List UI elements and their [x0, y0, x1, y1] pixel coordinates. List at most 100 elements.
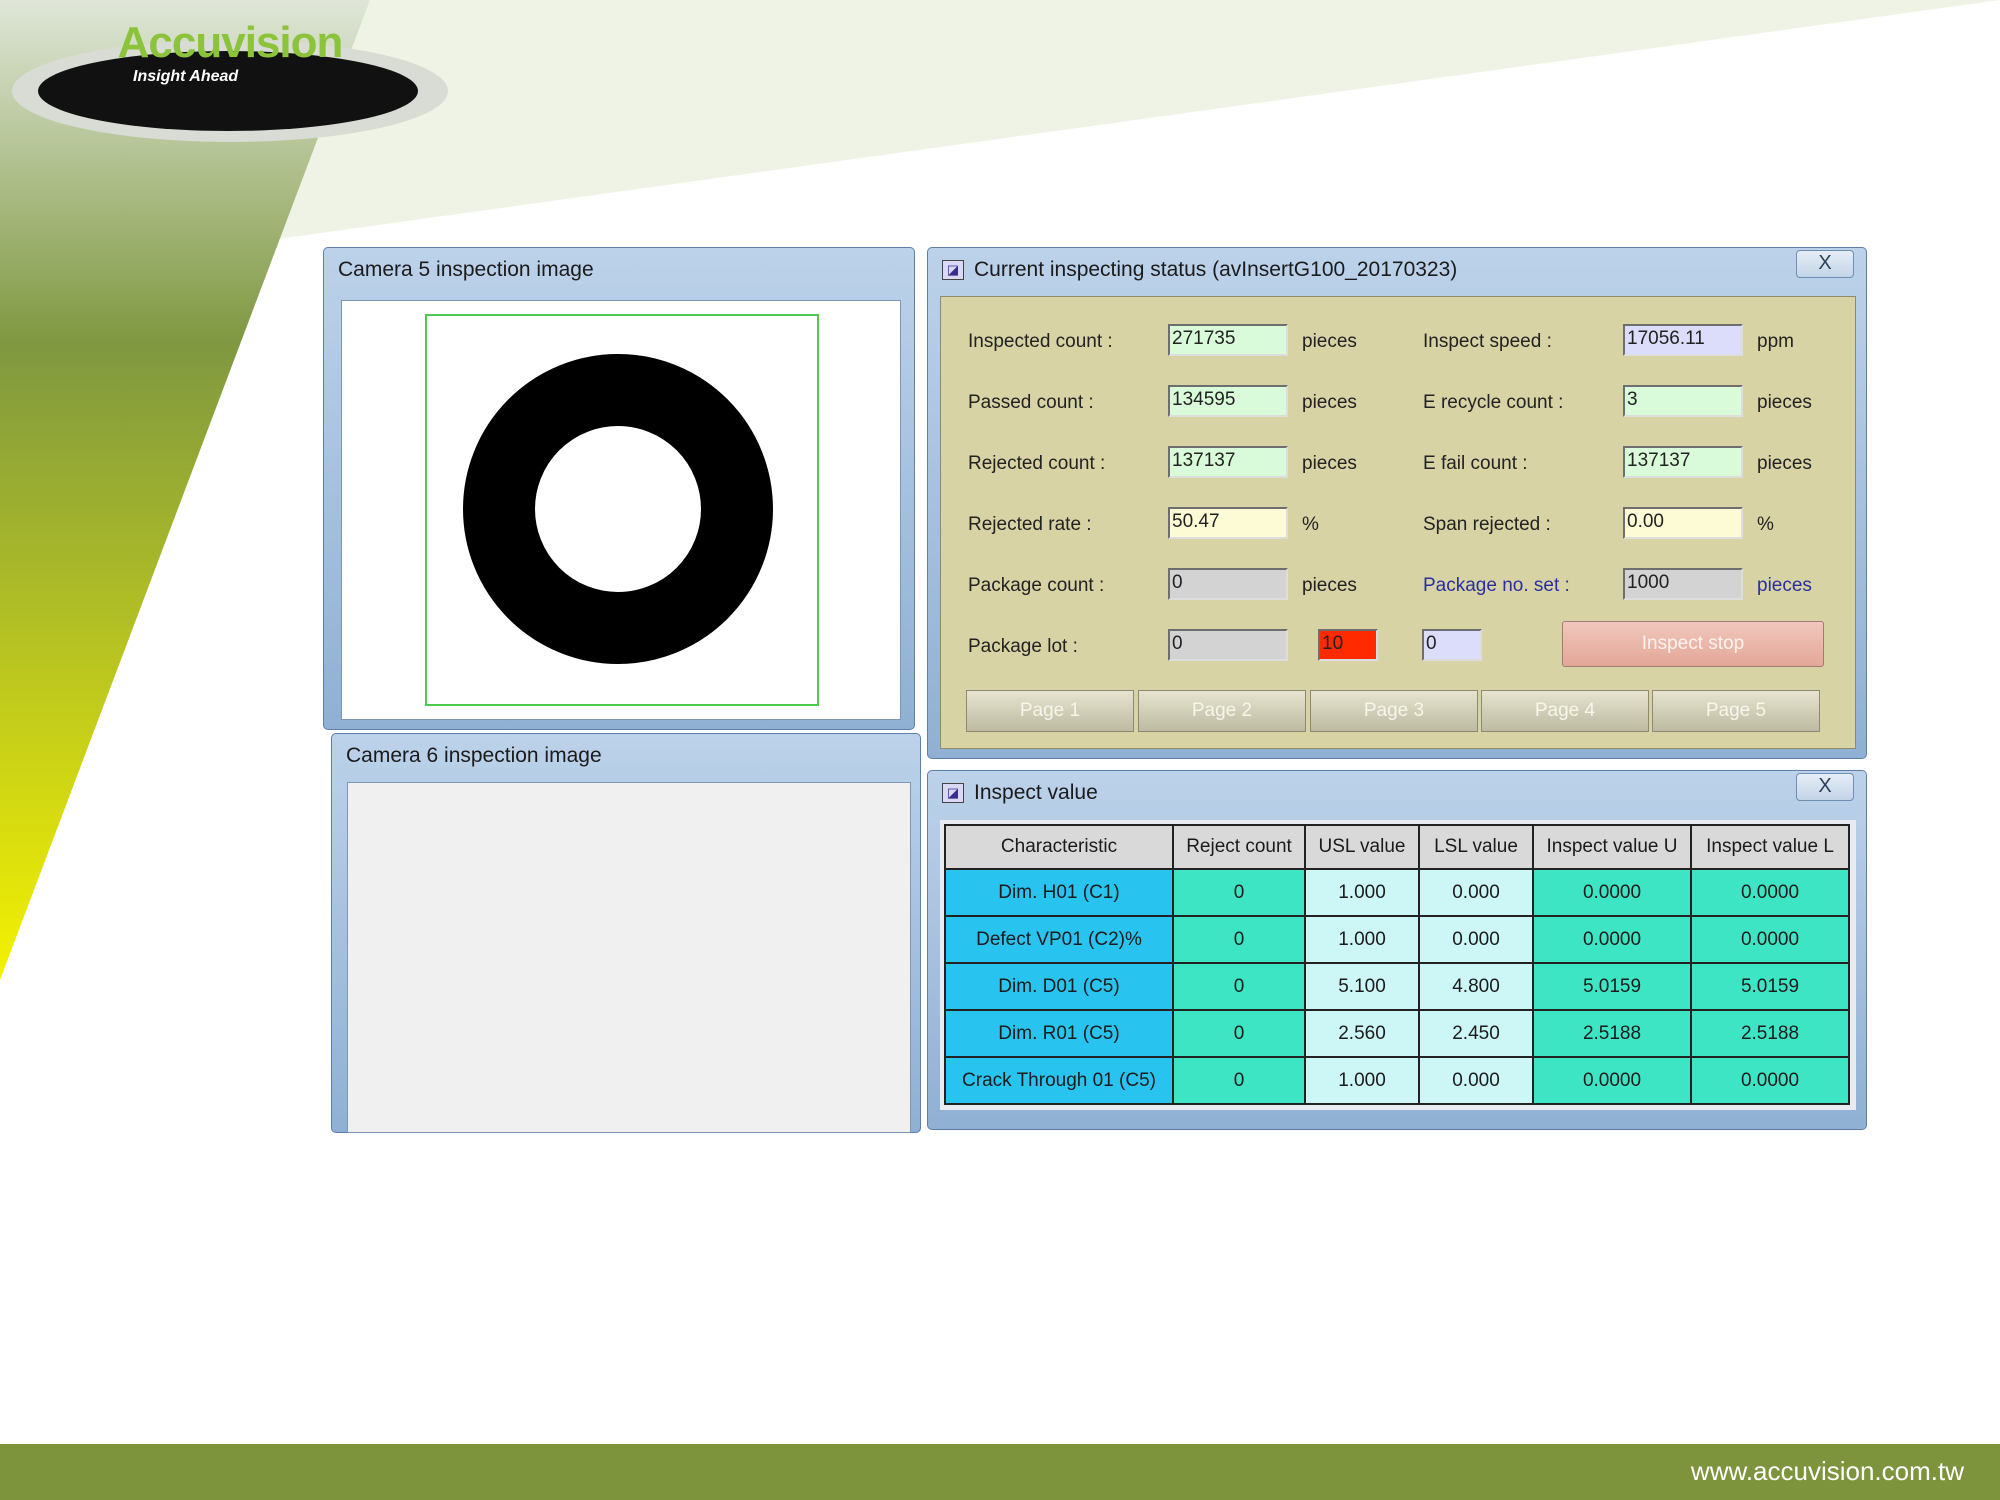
recycle-count-unit: pieces	[1757, 392, 1812, 413]
usl-cell: 2.560	[1304, 1009, 1420, 1058]
inspect-u-cell: 0.0000	[1532, 1056, 1692, 1105]
website-link[interactable]: www.accuvision.com.tw	[1691, 1456, 1964, 1487]
table-row[interactable]: Dim. R01 (C5) 0 2.560 2.450 2.5188 2.518…	[944, 1009, 1850, 1058]
usl-cell: 1.000	[1304, 868, 1420, 917]
inspect-title: Inspect value	[974, 781, 1098, 804]
inspect-title-bar: ◪ Inspect value	[928, 771, 1866, 815]
lsl-cell: 4.800	[1418, 962, 1534, 1011]
passed-count-label: Passed count :	[968, 392, 1094, 413]
inspected-count-unit: pieces	[1302, 331, 1357, 352]
rejected-count-field[interactable]: 137137	[1168, 446, 1288, 478]
column-header[interactable]: Inspect value L	[1690, 824, 1850, 870]
table-header-row: Characteristic Reject count USL value LS…	[944, 824, 1850, 870]
ring-part-image	[463, 354, 773, 664]
package-set-label: Package no. set :	[1423, 575, 1570, 596]
table-row[interactable]: Defect VP01 (C2)% 0 1.000 0.000 0.0000 0…	[944, 915, 1850, 964]
characteristic-cell: Crack Through 01 (C5)	[944, 1056, 1174, 1105]
page-4-button[interactable]: Page 4	[1481, 690, 1649, 732]
usl-cell: 1.000	[1304, 1056, 1420, 1105]
table-row[interactable]: Crack Through 01 (C5) 0 1.000 0.000 0.00…	[944, 1056, 1850, 1105]
efail-count-unit: pieces	[1757, 453, 1812, 474]
inspect-l-cell: 0.0000	[1690, 1056, 1850, 1105]
inspect-speed-field[interactable]: 17056.11	[1623, 324, 1743, 356]
inspect-value-table: Characteristic Reject count USL value LS…	[944, 824, 1850, 1105]
lsl-cell: 0.000	[1418, 1056, 1534, 1105]
package-lot-index-field[interactable]: 0	[1422, 629, 1482, 661]
lsl-cell: 0.000	[1418, 915, 1534, 964]
efail-count-label: E fail count :	[1423, 453, 1528, 474]
inspected-count-label: Inspected count :	[968, 331, 1113, 352]
inspected-count-field[interactable]: 271735	[1168, 324, 1288, 356]
column-header[interactable]: Inspect value U	[1532, 824, 1692, 870]
inspect-l-cell: 5.0159	[1690, 962, 1850, 1011]
package-count-label: Package count :	[968, 575, 1105, 596]
rejected-count-unit: pieces	[1302, 453, 1357, 474]
package-count-unit: pieces	[1302, 575, 1357, 596]
camera5-title: Camera 5 inspection image	[338, 258, 594, 281]
window-icon: ◪	[942, 783, 964, 803]
inspect-u-cell: 0.0000	[1532, 868, 1692, 917]
rejected-rate-unit: %	[1302, 514, 1319, 535]
camera6-image	[347, 782, 911, 1133]
recycle-count-label: E recycle count :	[1423, 392, 1564, 413]
inspect-u-cell: 2.5188	[1532, 1009, 1692, 1058]
column-header[interactable]: Characteristic	[944, 824, 1174, 870]
inspect-l-cell: 2.5188	[1690, 1009, 1850, 1058]
close-icon[interactable]: X	[1796, 773, 1854, 801]
passed-count-field[interactable]: 134595	[1168, 385, 1288, 417]
status-title: Current inspecting status (avInsertG100_…	[974, 258, 1458, 281]
rejected-rate-label: Rejected rate :	[968, 514, 1092, 535]
package-count-field[interactable]: 0	[1168, 568, 1288, 600]
inspect-u-cell: 5.0159	[1532, 962, 1692, 1011]
span-rejected-label: Span rejected :	[1423, 514, 1551, 535]
usl-cell: 1.000	[1304, 915, 1420, 964]
package-set-unit: pieces	[1757, 575, 1812, 596]
logo-tagline: Insight Ahead	[133, 68, 239, 85]
passed-count-unit: pieces	[1302, 392, 1357, 413]
package-lot-field[interactable]: 0	[1168, 629, 1288, 661]
page-2-button[interactable]: Page 2	[1138, 690, 1306, 732]
column-header[interactable]: USL value	[1304, 824, 1420, 870]
close-icon[interactable]: X	[1796, 250, 1854, 278]
characteristic-cell: Dim. H01 (C1)	[944, 868, 1174, 917]
package-lot-alert-field[interactable]: 10	[1318, 629, 1378, 661]
inspect-u-cell: 0.0000	[1532, 915, 1692, 964]
rejected-count-label: Rejected count :	[968, 453, 1106, 474]
reject-count-cell: 0	[1172, 1056, 1306, 1105]
window-icon: ◪	[942, 260, 964, 280]
characteristic-cell: Dim. R01 (C5)	[944, 1009, 1174, 1058]
inspect-speed-label: Inspect speed :	[1423, 331, 1552, 352]
lsl-cell: 2.450	[1418, 1009, 1534, 1058]
logo-text: Accuvision	[117, 18, 344, 67]
characteristic-cell: Dim. D01 (C5)	[944, 962, 1174, 1011]
lsl-cell: 0.000	[1418, 868, 1534, 917]
span-rejected-field[interactable]: 0.00	[1623, 507, 1743, 539]
inspect-speed-unit: ppm	[1757, 331, 1794, 352]
page-1-button[interactable]: Page 1	[966, 690, 1134, 732]
reject-count-cell: 0	[1172, 962, 1306, 1011]
package-lot-label: Package lot :	[968, 636, 1078, 657]
package-set-field[interactable]: 1000	[1623, 568, 1743, 600]
usl-cell: 5.100	[1304, 962, 1420, 1011]
table-row[interactable]: Dim. H01 (C1) 0 1.000 0.000 0.0000 0.000…	[944, 868, 1850, 917]
inspect-l-cell: 0.0000	[1690, 868, 1850, 917]
page-3-button[interactable]: Page 3	[1310, 690, 1478, 732]
reject-count-cell: 0	[1172, 1009, 1306, 1058]
reject-count-cell: 0	[1172, 915, 1306, 964]
table-row[interactable]: Dim. D01 (C5) 0 5.100 4.800 5.0159 5.015…	[944, 962, 1850, 1011]
footer-bar: www.accuvision.com.tw	[0, 1444, 2000, 1500]
recycle-count-field[interactable]: 3	[1623, 385, 1743, 417]
column-header[interactable]: Reject count	[1172, 824, 1306, 870]
span-rejected-unit: %	[1757, 514, 1774, 535]
status-title-bar: ◪ Current inspecting status (avInsertG10…	[928, 248, 1866, 292]
page-5-button[interactable]: Page 5	[1652, 690, 1820, 732]
reject-count-cell: 0	[1172, 868, 1306, 917]
inspect-l-cell: 0.0000	[1690, 915, 1850, 964]
slide: Accuvision Insight Ahead Camera 5 inspec…	[0, 0, 2000, 1500]
characteristic-cell: Defect VP01 (C2)%	[944, 915, 1174, 964]
rejected-rate-field[interactable]: 50.47	[1168, 507, 1288, 539]
column-header[interactable]: LSL value	[1418, 824, 1534, 870]
efail-count-field[interactable]: 137137	[1623, 446, 1743, 478]
inspect-stop-button[interactable]: Inspect stop	[1562, 621, 1824, 667]
left-swoosh	[0, 0, 370, 980]
